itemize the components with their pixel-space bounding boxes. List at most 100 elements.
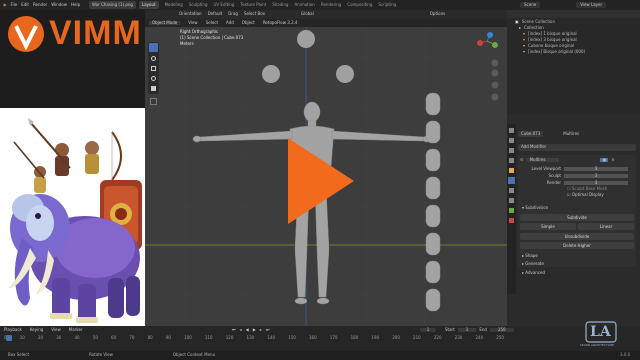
data-tab-icon[interactable] [509,208,514,213]
header-orientation[interactable]: Orientation [179,12,202,17]
menu-retopoflow[interactable]: RetopoFlow 3.2.4 [263,21,298,25]
menu-render[interactable]: Render [33,3,47,10]
shape-section[interactable]: ▸ Shape [522,254,538,258]
tab-modeling[interactable]: Modeling [165,3,183,10]
timeline-tick-label: 230 [454,335,463,340]
timeline-menu-keying[interactable]: Keying [30,328,43,332]
tool-tab-icon[interactable] [509,128,514,133]
advanced-section[interactable]: ▸ Advanced [522,271,545,275]
sculpt-level-field[interactable]: 3 [564,174,628,178]
tab-shading[interactable]: Shading [272,3,288,10]
sphere-left [262,65,280,83]
menu-file[interactable]: File [11,3,18,10]
timeline-tick-label: 130 [246,335,255,340]
frame-range: Start 1 End 250 [445,328,514,332]
menu-edit[interactable]: Edit [21,3,29,10]
video-play-icon[interactable] [288,138,354,224]
scene-tab-icon[interactable] [509,158,514,163]
sphere-right [336,65,354,83]
view-layer-field[interactable]: View Layer [576,2,607,8]
annotate-tool-icon[interactable] [150,98,157,105]
units-label: Meters [180,41,194,46]
cursor-tool-icon[interactable] [151,56,156,61]
sculpt-level-row: Sculpt 3 [520,173,634,179]
checked-icon: ☑ [567,192,571,197]
tab-rendering[interactable]: Rendering [321,3,341,10]
linear-button[interactable]: Linear [578,223,634,230]
end-frame-field[interactable]: 250 [489,328,514,332]
scene-field[interactable]: Scene [520,2,541,8]
scale-tool-icon[interactable] [151,86,156,91]
level-viewport-field[interactable]: 3 [564,167,628,171]
rotate-tool-icon[interactable] [151,76,156,81]
physics-tab-icon[interactable] [509,188,514,193]
header-drag[interactable]: Drag [228,12,238,17]
next-key-icon[interactable]: ▸ [260,328,262,332]
timeline-header: Playback Keying View Marker [4,328,83,332]
material-tab-icon[interactable] [509,218,514,223]
tab-compositing[interactable]: Compositing [347,3,372,10]
playhead[interactable] [6,335,12,341]
play-icon[interactable]: ▶ [253,328,256,332]
jump-end-icon[interactable]: ⏭ [266,328,270,332]
object-name-field[interactable]: Cube.073 [518,131,544,137]
tab-sculpting[interactable]: Sculpting [189,3,208,10]
select-box-tool-icon[interactable] [149,43,158,52]
menu-object[interactable]: Object [242,21,255,25]
subdivide-button[interactable]: Subdivide [520,214,634,221]
header-select-box[interactable]: Select Box [244,12,265,17]
header-default[interactable]: Default [208,12,223,17]
constraints-tab-icon[interactable] [509,198,514,203]
current-frame-field[interactable]: 1 [420,328,436,332]
tab-uv-editing[interactable]: UV Editing [214,3,235,10]
output-tab-icon[interactable] [509,148,514,153]
optimal-display-checkbox[interactable]: ☑ Optimal Display [520,193,634,199]
render-tab-icon[interactable] [509,138,514,143]
timeline-tick-label: 80 [147,335,153,340]
mesh-icon: ▾ [523,31,526,36]
tab-texture-paint[interactable]: Texture Paint [240,3,266,10]
unsubdivide-button[interactable]: Unsubdivide [520,233,634,240]
generate-section[interactable]: ▸ Generate [522,262,544,266]
start-frame-field[interactable]: 1 [457,328,477,332]
jump-start-icon[interactable]: ⏮ [232,328,236,332]
main-menu: ◉ File Edit Render Window Help [0,0,87,10]
play-reverse-icon[interactable]: ◀ [246,328,249,332]
tab-layout[interactable]: Layout [139,1,159,9]
add-modifier-button[interactable]: Add Modifier [518,144,636,151]
header-options[interactable]: Options [430,12,445,17]
delete-higher-button[interactable]: Delete Higher [520,242,634,249]
la-watermark-logo: LA LEARN ARCHITECTURE [576,320,630,350]
menu-view[interactable]: View [188,21,198,25]
menu-help[interactable]: Help [71,3,80,10]
move-tool-icon[interactable] [151,66,156,71]
close-icon[interactable]: × [611,157,614,162]
render-level-field[interactable]: 3 [564,181,628,185]
checkbox-icon: ☐ [567,186,571,191]
subdivision-section[interactable]: ▾ Subdivision [522,206,548,210]
timeline-tick-label: 120 [225,335,234,340]
timeline-menu-marker[interactable]: Marker [69,328,83,332]
modifier-title[interactable]: Multires [526,157,560,162]
tab-animation[interactable]: Animation [294,3,314,10]
modifier-tab-icon[interactable] [508,177,515,184]
outliner-item[interactable]: ▾ [index] Bisque original (000) [507,49,640,55]
prev-key-icon[interactable]: ◂ [240,328,242,332]
timeline-menu-playback[interactable]: Playback [4,328,22,332]
tab-scripting[interactable]: Scripting [378,3,396,10]
logo-text: VIMM [49,14,142,52]
object-tab-icon[interactable] [509,168,514,173]
blender-logo-icon[interactable]: ◉ [3,3,7,10]
image-file-tab[interactable]: War Chasing (1).png [89,1,136,9]
timeline-menu-view[interactable]: View [51,328,61,332]
menu-window[interactable]: Window [51,3,67,10]
menu-select[interactable]: Select [206,21,218,25]
menu-add[interactable]: Add [226,21,234,25]
timeline-tick-label: 40 [74,335,80,340]
simple-button[interactable]: Simple [520,223,576,230]
header-global[interactable]: Global [301,12,314,17]
visibility-toggle-icon[interactable]: ▣ [600,157,609,162]
timeline-tick-label: 20 [37,335,44,340]
timeline-tick-label: 180 [350,335,359,340]
object-mode-dropdown[interactable]: Object Mode [149,21,181,25]
